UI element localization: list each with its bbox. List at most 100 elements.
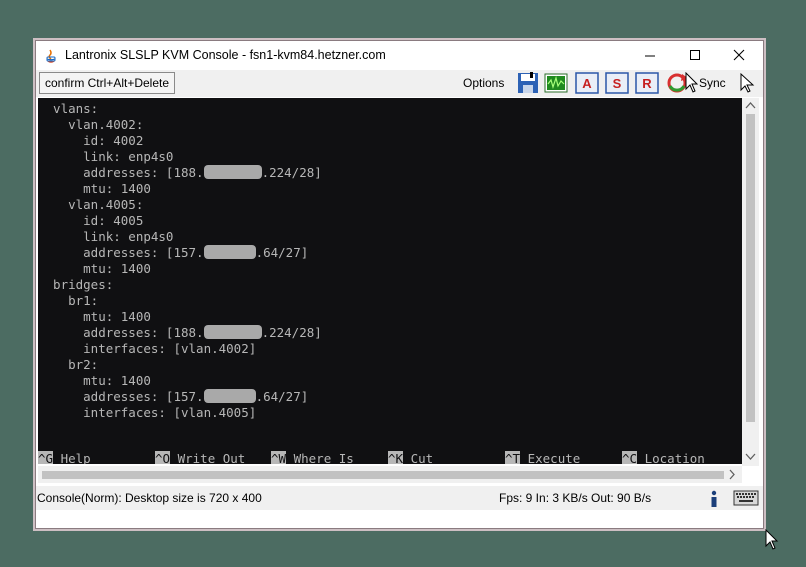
vertical-scrollbar[interactable] xyxy=(742,98,759,466)
terminal-line-text: link: enp4s0 xyxy=(38,229,174,244)
terminal-line: id: 4005 xyxy=(38,213,143,228)
terminal-line: interfaces: [vlan.4005] xyxy=(38,405,256,420)
video-icon[interactable] xyxy=(544,72,568,94)
nano-shortcut: ^K Cut xyxy=(388,451,433,464)
horizontal-scroll-thumb[interactable] xyxy=(42,471,724,479)
shortcut-key: ^O xyxy=(155,451,171,464)
shortcut-label: Location xyxy=(637,451,705,464)
address-suffix: .224/28] xyxy=(261,325,322,340)
terminal-line: mtu: 1400 xyxy=(38,373,151,388)
shortcut-key: ^T xyxy=(505,451,521,464)
status-bar: Console(Norm): Desktop size is 720 x 400… xyxy=(36,486,763,510)
shortcut-label: Execute xyxy=(520,451,581,464)
terminal-line-text: mtu: 1400 xyxy=(38,181,151,196)
shortcut-key: ^G xyxy=(38,451,54,464)
nano-shortcut: ^G Help xyxy=(38,451,91,464)
horizontal-scrollbar[interactable] xyxy=(38,466,742,483)
terminal-line: mtu: 1400 xyxy=(38,181,151,196)
options-menu[interactable]: Options xyxy=(463,76,504,90)
shortcut-label: Help xyxy=(53,451,91,464)
terminal-line-text: br2: xyxy=(38,357,99,372)
terminal-screen[interactable]: vlans: vlan.4002: id: 4002 link: enp4s0 … xyxy=(38,98,742,464)
terminal-line: vlans: xyxy=(38,101,98,116)
maximize-icon xyxy=(690,50,700,60)
terminal-line-text: vlans: xyxy=(38,101,99,116)
terminal-line: id: 4002 xyxy=(38,133,143,148)
connection-stats: Fps: 9 In: 3 KB/s Out: 90 B/s xyxy=(499,491,652,505)
terminal-line-text: addresses: [157. xyxy=(38,245,204,260)
terminal-line: vlan.4005: xyxy=(38,197,143,212)
svg-text:A: A xyxy=(582,76,592,91)
terminal-line: addresses: [188. .224/28] xyxy=(38,325,322,340)
console-mode-status: Console(Norm): Desktop size is 720 x 400 xyxy=(37,491,262,505)
terminal-line: bridges: xyxy=(38,277,113,292)
terminal-line: vlan.4002: xyxy=(38,117,143,132)
save-icon[interactable] xyxy=(516,72,540,94)
r-icon[interactable]: R xyxy=(635,72,659,94)
terminal-line-text: addresses: [188. xyxy=(38,165,204,180)
shortcut-key: ^K xyxy=(388,451,404,464)
terminal-line-text: link: enp4s0 xyxy=(38,149,174,164)
java-app-icon xyxy=(46,49,56,63)
close-icon xyxy=(733,49,745,61)
terminal-line-text: id: 4002 xyxy=(38,133,144,148)
mouse-cursor-icon xyxy=(765,529,779,550)
address-suffix: .224/28] xyxy=(261,165,322,180)
nano-shortcut-bar: ^G Help ^O Write Out ^W Where Is ^K Cut ^T E… xyxy=(38,451,742,464)
address-suffix: .64/27] xyxy=(255,389,309,404)
confirm-ctrl-alt-delete-button[interactable]: confirm Ctrl+Alt+Delete xyxy=(39,72,175,94)
shortcut-label: Cut xyxy=(403,451,434,464)
terminal-line-text: interfaces: [vlan.4005] xyxy=(38,405,257,420)
terminal-line-text: mtu: 1400 xyxy=(38,261,151,276)
shortcut-key: ^C xyxy=(622,451,638,464)
terminal-line-text: addresses: [157. xyxy=(38,389,204,404)
s-icon[interactable]: S xyxy=(605,72,629,94)
terminal-line: mtu: 1400 xyxy=(38,261,151,276)
scroll-right-icon[interactable] xyxy=(728,469,736,480)
mouse-cursor-icon xyxy=(685,72,699,93)
minimize-icon xyxy=(645,55,655,57)
scroll-up-icon[interactable] xyxy=(745,101,756,109)
toolbar: confirm Ctrl+Alt+Delete Options A S R Sy… xyxy=(36,70,763,97)
terminal-line: link: enp4s0 xyxy=(38,229,173,244)
info-icon[interactable] xyxy=(703,487,725,509)
title-bar: Lantronix SLSLP KVM Console - fsn1-kvm84… xyxy=(36,41,763,70)
nano-shortcut: ^T Execute xyxy=(505,451,580,464)
terminal-line-text: mtu: 1400 xyxy=(38,309,151,324)
terminal-line-text: br1: xyxy=(38,293,99,308)
close-button[interactable] xyxy=(717,44,761,68)
terminal-line: br1: xyxy=(38,293,98,308)
keyboard-icon[interactable] xyxy=(733,487,759,509)
redacted-ip-segment xyxy=(203,389,256,403)
svg-text:R: R xyxy=(642,76,652,91)
terminal-line: mtu: 1400 xyxy=(38,309,151,324)
shortcut-key: ^W xyxy=(271,451,287,464)
terminal-line: addresses: [157. .64/27] xyxy=(38,389,308,404)
terminal-line: link: enp4s0 xyxy=(38,149,173,164)
sync-label[interactable]: Sync xyxy=(699,76,726,90)
shortcut-label: Write Out xyxy=(170,451,246,464)
terminal-line: addresses: [188. .224/28] xyxy=(38,165,322,180)
svg-text:S: S xyxy=(613,76,622,91)
vertical-scroll-thumb[interactable] xyxy=(746,114,755,422)
scroll-down-icon[interactable] xyxy=(745,453,756,461)
mouse-pointer-icon[interactable] xyxy=(737,72,761,94)
minimize-button[interactable] xyxy=(628,44,672,68)
terminal-line-text: id: 4005 xyxy=(38,213,144,228)
terminal-line: br2: xyxy=(38,357,98,372)
redacted-ip-segment xyxy=(203,245,256,259)
terminal-line-text: addresses: [188. xyxy=(38,325,204,340)
shortcut-label: Where Is xyxy=(286,451,354,464)
terminal-line-text: interfaces: [vlan.4002] xyxy=(38,341,257,356)
terminal-line-text: vlan.4005: xyxy=(38,197,144,212)
window-title: Lantronix SLSLP KVM Console - fsn1-kvm84… xyxy=(65,48,386,62)
kvm-console-window: Lantronix SLSLP KVM Console - fsn1-kvm84… xyxy=(35,40,764,529)
maximize-button[interactable] xyxy=(673,44,717,68)
terminal-line-text: mtu: 1400 xyxy=(38,373,151,388)
address-suffix: .64/27] xyxy=(255,245,309,260)
nano-shortcut: ^C Location xyxy=(622,451,705,464)
terminal-line: interfaces: [vlan.4002] xyxy=(38,341,256,356)
terminal-line: addresses: [157. .64/27] xyxy=(38,245,308,260)
a-icon[interactable]: A xyxy=(575,72,599,94)
nano-shortcut: ^O Write Out xyxy=(155,451,245,464)
